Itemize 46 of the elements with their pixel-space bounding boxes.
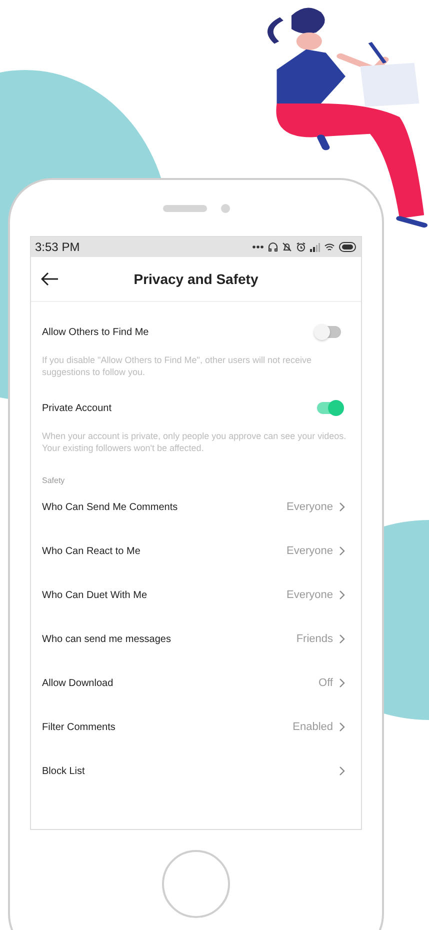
chevron-right-icon	[339, 546, 345, 556]
more-icon	[252, 245, 264, 249]
chevron-right-icon	[339, 590, 345, 600]
wifi-icon	[324, 242, 335, 252]
setting-value: Enabled	[292, 721, 333, 733]
setting-label: Who can send me messages	[42, 634, 171, 644]
setting-description: When your account is private, only people you approve can see your videos. Your existing followers won't be affected.	[41, 430, 348, 454]
settings-row[interactable]: Who Can React to Me Everyone	[31, 529, 361, 573]
setting-label: Allow Others to Find Me	[42, 326, 149, 338]
settings-row[interactable]: Filter Comments Enabled	[31, 705, 361, 749]
setting-value: Everyone	[286, 501, 333, 513]
toggle-switch[interactable]	[317, 402, 341, 414]
speaker-slot	[162, 204, 206, 212]
chevron-right-icon	[339, 722, 345, 732]
chevron-right-icon	[339, 634, 345, 644]
screen-title: Privacy and Safety	[134, 271, 258, 287]
chevron-right-icon	[339, 678, 345, 688]
setting-label: Private Account	[42, 402, 112, 414]
alarm-icon	[296, 242, 306, 252]
setting-value: Everyone	[286, 545, 333, 557]
settings-row[interactable]: Block List	[31, 749, 361, 793]
signal-icon	[310, 242, 320, 252]
setting-label: Block List	[42, 766, 85, 776]
setting-description: If you disable "Allow Others to Find Me", other users will not receive suggestions to follow you.	[41, 354, 313, 378]
setting-label: Who Can Send Me Comments	[42, 502, 178, 512]
toggle-switch[interactable]	[317, 326, 341, 338]
status-time: 3:53 PM	[35, 240, 80, 254]
setting-value: Off	[318, 677, 333, 689]
bell-off-icon	[282, 242, 292, 252]
section-heading: Safety	[41, 476, 66, 485]
setting-value: Everyone	[286, 589, 333, 601]
settings-row[interactable]: Who can send me messages Friends	[31, 617, 361, 661]
chevron-right-icon	[339, 766, 345, 776]
setting-label: Who Can Duet With Me	[42, 590, 148, 600]
back-arrow-icon[interactable]	[41, 272, 59, 286]
settings-row[interactable]: Who Can Send Me Comments Everyone	[31, 485, 361, 529]
setting-label: Who Can React to Me	[42, 546, 140, 556]
setting-label: Filter Comments	[42, 722, 116, 732]
setting-value: Friends	[296, 633, 333, 645]
setting-label: Allow Download	[42, 678, 114, 688]
headphones-icon	[268, 242, 278, 252]
settings-row[interactable]: Who Can Duet With Me Everyone	[31, 573, 361, 617]
camera-dot	[220, 204, 230, 212]
battery-icon	[339, 242, 357, 252]
chevron-right-icon	[339, 502, 345, 512]
settings-row[interactable]: Allow Download Off	[31, 661, 361, 705]
